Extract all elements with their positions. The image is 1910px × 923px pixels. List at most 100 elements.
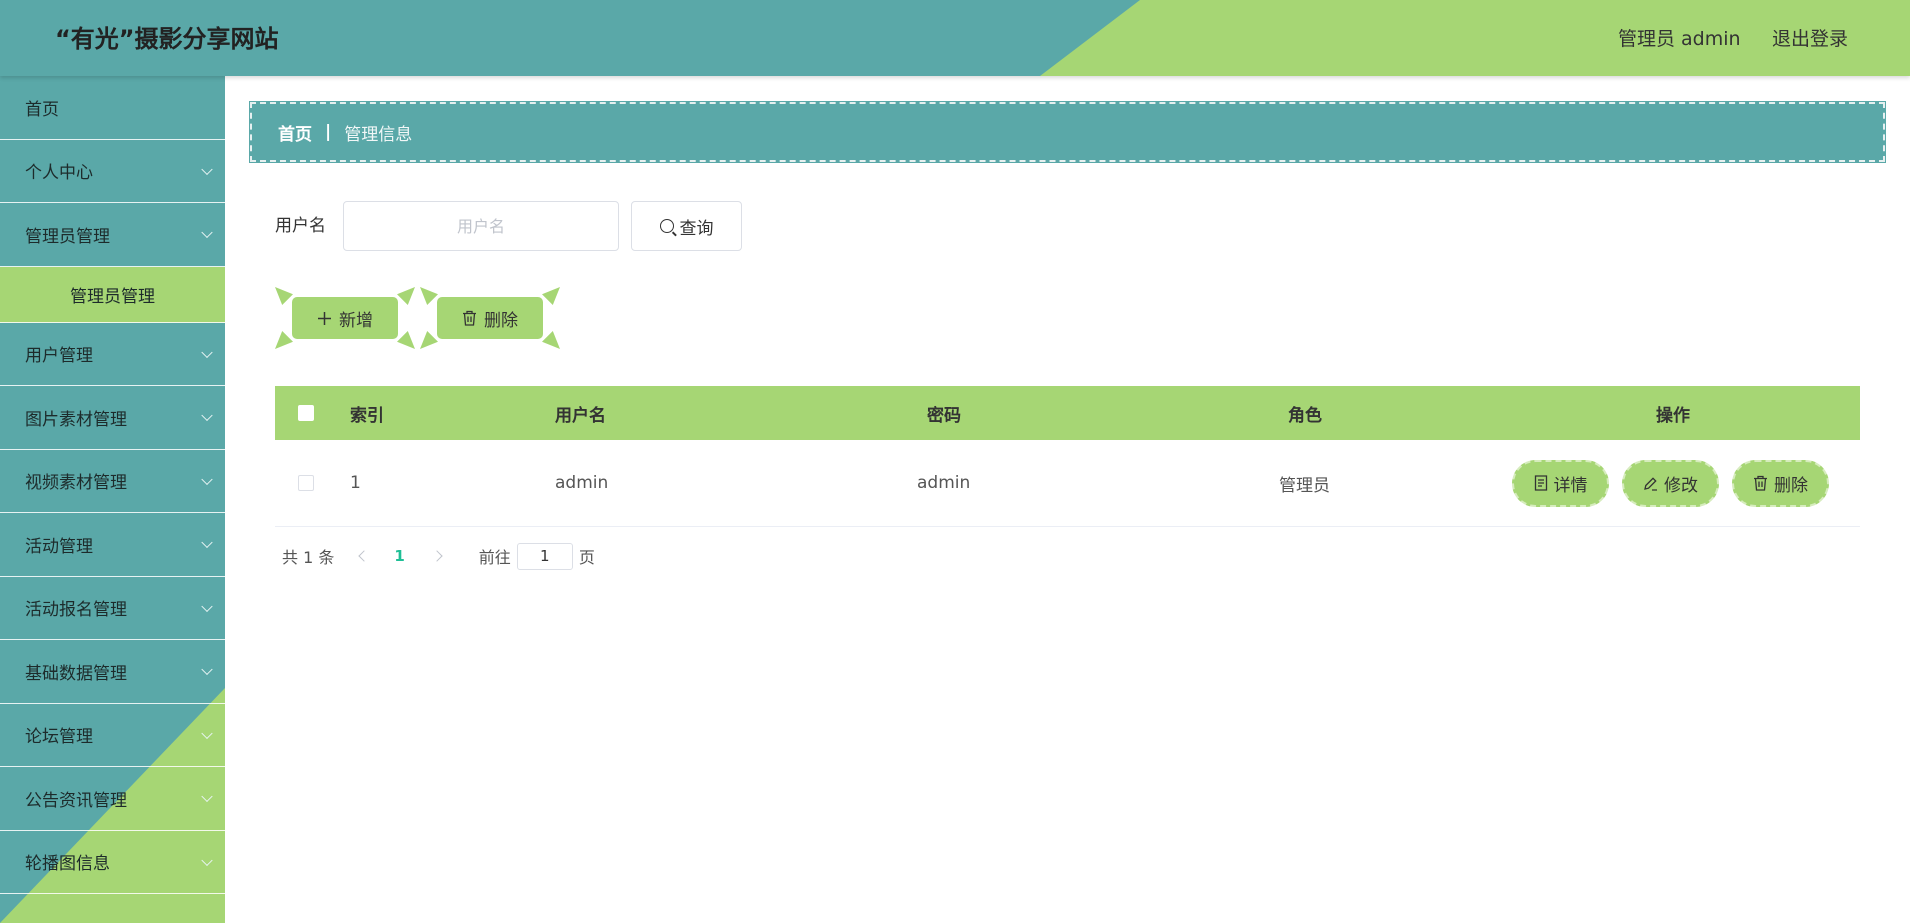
corner-decoration xyxy=(542,287,560,305)
table-header: 索引 用户名 密码 角色 操作 xyxy=(275,386,1860,440)
column-header-password: 密码 xyxy=(927,405,961,426)
sidebar-item-label: 图片素材管理 xyxy=(25,409,127,430)
chevron-down-icon xyxy=(201,346,213,358)
row-delete-button-label: 删除 xyxy=(1774,475,1808,496)
row-checkbox[interactable] xyxy=(298,475,314,491)
sidebar-item-user-management[interactable]: 用户管理 xyxy=(0,323,225,386)
page-suffix: 页 xyxy=(578,548,595,567)
sidebar-item-label: 用户管理 xyxy=(25,346,93,367)
site-title: “有光”摄影分享网站 xyxy=(55,25,279,53)
username-search-input[interactable] xyxy=(343,201,619,251)
table-row: 1 admin admin 管理员 详情 修改 删除 xyxy=(275,440,1860,527)
edit-button[interactable]: 修改 xyxy=(1622,459,1719,507)
select-all-checkbox[interactable] xyxy=(298,405,314,421)
column-header-role: 角色 xyxy=(1288,405,1322,426)
chevron-down-icon xyxy=(201,854,213,866)
username-search-label: 用户名 xyxy=(275,216,326,236)
goto-label: 前往 xyxy=(478,548,511,567)
next-page-icon[interactable] xyxy=(431,550,443,562)
corner-decoration xyxy=(397,331,415,349)
chevron-down-icon xyxy=(201,536,213,549)
corner-decoration xyxy=(420,331,438,349)
cell-password: admin xyxy=(917,473,971,493)
sidebar-item-label: 活动管理 xyxy=(25,536,93,557)
batch-delete-button[interactable]: 删除 xyxy=(437,297,543,339)
add-button-label: 新增 xyxy=(339,310,373,331)
sidebar-subitem-admin-management[interactable]: 管理员管理 xyxy=(0,266,225,323)
corner-decoration xyxy=(397,287,415,305)
sidebar-item-activity-signup[interactable]: 活动报名管理 xyxy=(0,577,225,640)
logout-link[interactable]: 退出登录 xyxy=(1772,0,1848,76)
pagination-total: 共 1 条 xyxy=(282,548,335,567)
column-header-username: 用户名 xyxy=(555,405,606,426)
sidebar-menu: 首页 个人中心 管理员管理 管理员管理 用户管理 图片素材管理 视频素材管理 活… xyxy=(0,76,225,894)
sidebar-item-video-material[interactable]: 视频素材管理 xyxy=(0,450,225,513)
cell-actions: 详情 修改 删除 xyxy=(1512,440,1829,526)
edit-icon xyxy=(1644,476,1657,491)
corner-decoration xyxy=(542,331,560,349)
sidebar-item-label: 论坛管理 xyxy=(25,727,93,748)
header-checkbox-cell xyxy=(298,386,314,440)
plus-icon xyxy=(318,311,331,325)
sidebar-item-label: 个人中心 xyxy=(25,163,93,184)
row-delete-button[interactable]: 删除 xyxy=(1732,459,1829,507)
chevron-down-icon xyxy=(201,226,213,239)
column-header-actions: 操作 xyxy=(1656,405,1690,426)
sidebar-item-carousel[interactable]: 轮播图信息 xyxy=(0,831,225,894)
edit-button-label: 修改 xyxy=(1664,475,1698,496)
breadcrumb-current: 管理信息 xyxy=(344,124,413,145)
sidebar-item-admin-management[interactable]: 管理员管理 xyxy=(0,203,225,267)
sidebar-item-label: 视频素材管理 xyxy=(25,473,127,494)
cell-role: 管理员 xyxy=(1279,475,1330,496)
sidebar-item-label: 活动报名管理 xyxy=(25,600,127,621)
column-header-index: 索引 xyxy=(350,405,384,426)
sidebar-item-label: 公告资讯管理 xyxy=(25,790,127,811)
sidebar-item-activity-management[interactable]: 活动管理 xyxy=(0,513,225,577)
chevron-down-icon xyxy=(201,473,213,485)
corner-decoration xyxy=(275,287,293,305)
sidebar-item-label: 首页 xyxy=(25,99,59,120)
row-checkbox-cell xyxy=(298,440,314,526)
trash-icon xyxy=(463,310,476,326)
breadcrumb-separator: | xyxy=(325,122,332,142)
admin-user-label: 管理员 admin xyxy=(1618,28,1741,50)
sidebar-item-label: 管理员管理 xyxy=(25,226,110,247)
detail-button-label: 详情 xyxy=(1553,475,1588,496)
chevron-down-icon xyxy=(201,663,213,676)
delete-button-label: 删除 xyxy=(484,310,518,331)
add-button[interactable]: 新增 xyxy=(292,297,398,339)
trash-icon xyxy=(1754,475,1767,491)
sidebar: 首页 个人中心 管理员管理 管理员管理 用户管理 图片素材管理 视频素材管理 活… xyxy=(0,76,225,923)
corner-decoration xyxy=(420,287,438,305)
delete-button-wrapper: 删除 xyxy=(420,287,560,349)
prev-page-icon[interactable] xyxy=(358,550,371,562)
chevron-down-icon xyxy=(201,409,213,422)
add-button-wrapper: 新增 xyxy=(275,287,415,349)
sidebar-item-base-data[interactable]: 基础数据管理 xyxy=(0,640,225,704)
document-icon xyxy=(1534,475,1547,491)
breadcrumb-home[interactable]: 首页 xyxy=(278,120,312,145)
sidebar-item-announcements[interactable]: 公告资讯管理 xyxy=(0,767,225,831)
corner-decoration xyxy=(275,331,293,349)
sidebar-item-home[interactable]: 首页 xyxy=(0,76,225,140)
detail-button[interactable]: 详情 xyxy=(1512,459,1609,507)
pagination: 共 1 条 1 前往 页 xyxy=(282,542,595,570)
sidebar-item-personal-center[interactable]: 个人中心 xyxy=(0,140,225,203)
sidebar-subitem-label: 管理员管理 xyxy=(70,286,155,307)
admin-table: 索引 用户名 密码 角色 操作 1 admin admin 管理员 详情 修改 xyxy=(275,386,1860,527)
chevron-down-icon xyxy=(201,163,213,175)
cell-username: admin xyxy=(555,473,609,493)
sidebar-item-label: 基础数据管理 xyxy=(25,663,127,684)
search-button-label: 查询 xyxy=(679,218,714,239)
page-number-current[interactable]: 1 xyxy=(394,547,404,565)
goto-page-input[interactable] xyxy=(516,542,573,570)
top-header: “有光”摄影分享网站 管理员 admin 退出登录 xyxy=(0,0,1910,76)
sidebar-item-image-material[interactable]: 图片素材管理 xyxy=(0,386,225,450)
sidebar-item-forum[interactable]: 论坛管理 xyxy=(0,704,225,767)
chevron-down-icon xyxy=(201,600,213,612)
chevron-down-icon xyxy=(201,727,213,739)
search-button[interactable]: 查询 xyxy=(631,201,742,251)
breadcrumb: 首页 | 管理信息 xyxy=(249,101,1886,163)
sidebar-item-label: 轮播图信息 xyxy=(25,854,110,875)
search-icon xyxy=(659,219,674,233)
